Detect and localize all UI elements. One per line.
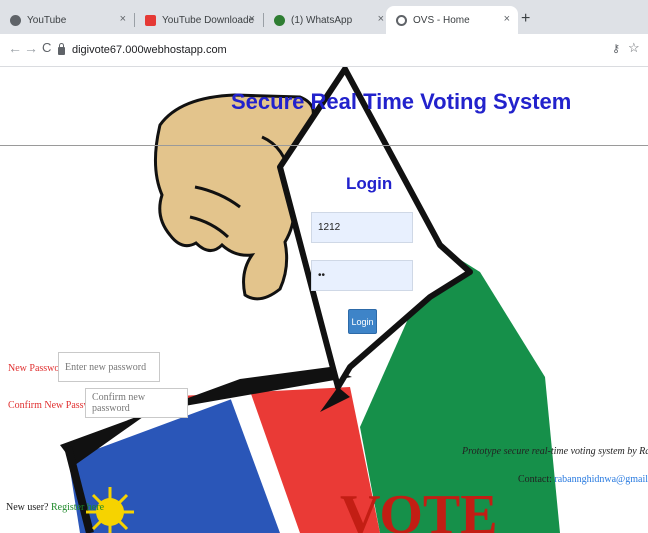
forward-icon[interactable]: → <box>24 40 38 56</box>
confirm-password-input[interactable]: Confirm new password <box>85 388 188 418</box>
login-button[interactable]: Login <box>348 309 377 334</box>
tab-title: (1) WhatsApp <box>291 14 353 26</box>
contact-line: Contact: rabannghidnwa@gmail.com <box>518 474 648 485</box>
tab-youtube-downloader[interactable]: YouTube Downloader - Downloa × <box>135 6 263 34</box>
close-tab-icon[interactable]: × <box>504 13 510 25</box>
tab-whatsapp[interactable]: (1) WhatsApp × <box>264 6 392 34</box>
bookmark-star-icon[interactable]: ☆ <box>628 40 640 56</box>
browser-toolbar: ← → C digivote67.000webhostapp.com ⚷ ☆ <box>0 34 648 67</box>
tab-youtube[interactable]: YouTube × <box>0 6 134 34</box>
login-heading: Login <box>346 174 393 193</box>
password-input[interactable]: •• <box>311 260 413 291</box>
ovs-favicon-icon <box>396 14 407 26</box>
tab-title: YouTube Downloader - Downloa <box>162 14 254 26</box>
header-divider <box>0 145 648 146</box>
reload-icon[interactable]: C <box>42 40 51 55</box>
browser-tab-bar: YouTube × YouTube Downloader - Downloa ×… <box>0 0 648 34</box>
key-icon[interactable]: ⚷ <box>612 42 620 55</box>
username-input[interactable]: 1212 <box>311 212 413 243</box>
close-tab-icon[interactable]: × <box>378 13 384 25</box>
new-user-text: New user? <box>6 502 49 513</box>
register-link[interactable]: Register here <box>51 502 104 513</box>
new-password-input[interactable]: Enter new password <box>58 352 160 382</box>
back-icon[interactable]: ← <box>8 40 22 56</box>
contact-email-link[interactable]: rabannghidnwa@gmail.com <box>554 474 648 485</box>
close-tab-icon[interactable]: × <box>249 13 255 25</box>
new-user-line: New user? Register here <box>6 502 104 513</box>
youtube-favicon-icon <box>10 14 21 26</box>
url-text: digivote67.000webhostapp.com <box>72 44 227 56</box>
vote-ballot-hand-illustration: VOTE <box>60 67 560 533</box>
contact-label: Contact: <box>518 474 552 485</box>
site-title: Secure Real Time Voting System <box>231 89 572 114</box>
prototype-credit: Prototype secure real-time voting system… <box>462 446 648 457</box>
svg-text:VOTE: VOTE <box>340 484 498 533</box>
new-tab-button[interactable]: + <box>521 10 530 28</box>
tab-ovs-home[interactable]: OVS - Home × <box>386 6 518 34</box>
whatsapp-favicon-icon <box>274 14 285 26</box>
address-bar[interactable]: digivote67.000webhostapp.com <box>58 38 618 62</box>
lock-icon <box>58 43 65 55</box>
tab-title: YouTube <box>27 14 67 26</box>
tab-title: OVS - Home <box>413 14 470 26</box>
close-tab-icon[interactable]: × <box>120 13 126 25</box>
page-content: VOTE Secure Real Time Voting System Logi… <box>0 67 648 533</box>
downloader-favicon-icon <box>145 14 156 26</box>
